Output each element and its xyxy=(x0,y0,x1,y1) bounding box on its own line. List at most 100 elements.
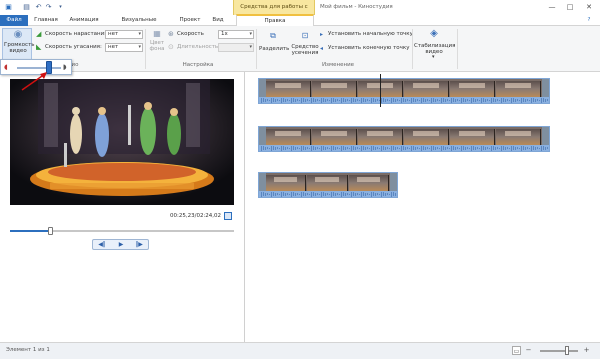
waveform-tick xyxy=(353,98,354,102)
timeline-clip-row[interactable] xyxy=(258,78,550,104)
waveform-tick xyxy=(345,98,346,102)
waveform-tick xyxy=(289,99,290,101)
volume-slider-track[interactable] xyxy=(17,67,61,69)
clip-right-edge xyxy=(390,173,397,193)
waveform-tick xyxy=(433,146,434,150)
undo-icon[interactable]: ↶ xyxy=(34,3,43,11)
waveform-tick xyxy=(383,146,384,150)
waveform-tick xyxy=(385,98,386,102)
split-button[interactable]: ⧉ Разделить xyxy=(259,28,289,60)
waveform-tick xyxy=(345,146,346,150)
timeline-clip-row[interactable] xyxy=(258,126,550,152)
zoom-slider-thumb[interactable] xyxy=(564,346,569,355)
tab-project[interactable]: Проект xyxy=(176,15,204,26)
minimize-button[interactable]: — xyxy=(545,1,559,13)
clip-thumbnail xyxy=(307,175,348,191)
waveform-tick xyxy=(315,146,316,150)
video-volume-button[interactable]: ◉ Громкость видео xyxy=(2,28,35,62)
zoom-in-button[interactable]: + xyxy=(582,346,591,355)
tab-view[interactable]: Вид xyxy=(208,15,228,26)
waveform-tick xyxy=(295,192,296,196)
waveform-tick xyxy=(473,98,474,102)
tab-animation[interactable]: Анимация xyxy=(66,15,102,26)
waveform-tick xyxy=(509,147,510,149)
tab-file[interactable]: Файл xyxy=(0,15,28,26)
waveform-tick xyxy=(343,192,344,196)
fade-out-select[interactable]: нет ▾ xyxy=(105,43,143,52)
waveform-tick xyxy=(347,193,348,195)
video-preview[interactable] xyxy=(10,79,234,205)
waveform-tick xyxy=(413,146,414,150)
next-frame-button[interactable]: ‖▶ xyxy=(130,240,148,249)
redo-icon[interactable]: ↷ xyxy=(44,3,53,11)
waveform-tick xyxy=(265,192,266,196)
waveform-tick xyxy=(335,98,336,102)
previous-frame-button[interactable]: ◀‖ xyxy=(93,240,111,249)
waveform-tick xyxy=(401,97,402,103)
set-start-point-button[interactable]: ▸ Установить начальную точку xyxy=(320,30,413,39)
trim-tool-button[interactable]: ⊡ Средство усечения xyxy=(290,28,320,60)
waveform-tick xyxy=(261,97,262,103)
timeline-clip-row[interactable] xyxy=(258,172,398,198)
seek-thumb[interactable] xyxy=(48,227,54,235)
dropdown-icon[interactable]: ▾ xyxy=(56,3,65,11)
thumbnail-art xyxy=(320,82,348,89)
tab-edit[interactable]: Правка xyxy=(236,14,314,26)
waveform-tick xyxy=(335,192,336,196)
playhead[interactable] xyxy=(380,74,381,107)
waveform-tick xyxy=(349,193,350,195)
tab-visual-effects[interactable]: Визуальные эффекты xyxy=(108,15,170,34)
tab-home[interactable]: Главная xyxy=(32,15,60,26)
waveform-tick xyxy=(535,146,536,150)
waveform-tick xyxy=(319,99,320,101)
waveform-tick xyxy=(275,98,276,102)
waveform-tick xyxy=(421,97,422,103)
waveform-tick xyxy=(523,146,524,150)
waveform-tick xyxy=(311,191,312,197)
waveform-tick xyxy=(279,99,280,101)
waveform-tick xyxy=(365,98,366,102)
waveform-tick xyxy=(467,99,468,101)
waveform-tick xyxy=(537,147,538,149)
waveform-tick xyxy=(357,147,358,149)
zoom-slider-track[interactable] xyxy=(540,350,578,352)
red-arrow-annotation xyxy=(21,72,47,91)
fade-out-label: Скорость угасания: xyxy=(45,44,102,50)
waveform-tick xyxy=(455,98,456,102)
fullscreen-button[interactable] xyxy=(224,212,232,220)
title-bar: ▣ ▤ ↶ ↷ ▾ Средства для работы с видео Мо… xyxy=(0,0,600,25)
chevron-down-icon: ▾ xyxy=(249,31,252,37)
waveform-tick xyxy=(273,98,274,102)
fade-in-select[interactable]: нет ▾ xyxy=(105,30,143,39)
mute-icon[interactable]: ◖ xyxy=(4,63,8,71)
waveform-tick xyxy=(325,146,326,150)
status-bar: Элемент 1 из 1 ▭ − + xyxy=(0,342,600,359)
waveform-tick xyxy=(353,146,354,150)
waveform-tick xyxy=(437,147,438,149)
duration-select[interactable]: ▾ xyxy=(218,43,254,52)
set-end-point-button[interactable]: ◂ Установить конечную точку xyxy=(320,44,410,53)
play-button[interactable]: ▶ xyxy=(112,240,130,249)
waveform-tick xyxy=(511,97,512,103)
waveform-tick xyxy=(317,193,318,195)
waveform-tick xyxy=(269,147,270,149)
seek-bar[interactable] xyxy=(10,227,234,235)
waveform-tick xyxy=(339,193,340,195)
speed-select[interactable]: 1x ▾ xyxy=(218,30,254,39)
waveform-tick xyxy=(419,99,420,101)
close-button[interactable]: ✕ xyxy=(582,1,596,13)
storyboard-view-icon[interactable]: ▭ xyxy=(512,346,521,355)
waveform-tick xyxy=(343,98,344,102)
waveform-tick xyxy=(519,147,520,149)
waveform-tick xyxy=(359,147,360,149)
zoom-out-button[interactable]: − xyxy=(524,346,533,355)
waveform-tick xyxy=(531,97,532,103)
waveform-tick xyxy=(311,97,312,103)
maximize-button[interactable]: □ xyxy=(563,1,577,13)
help-icon[interactable]: ? xyxy=(584,15,594,26)
background-color-button[interactable]: ▦ Цвет фона xyxy=(148,28,166,60)
save-icon[interactable]: ▤ xyxy=(22,3,31,11)
waveform-tick xyxy=(287,99,288,101)
video-stabilization-button[interactable]: ◈ Стабилизация видео ▾ xyxy=(414,28,455,61)
thumbnail-art xyxy=(315,176,339,183)
